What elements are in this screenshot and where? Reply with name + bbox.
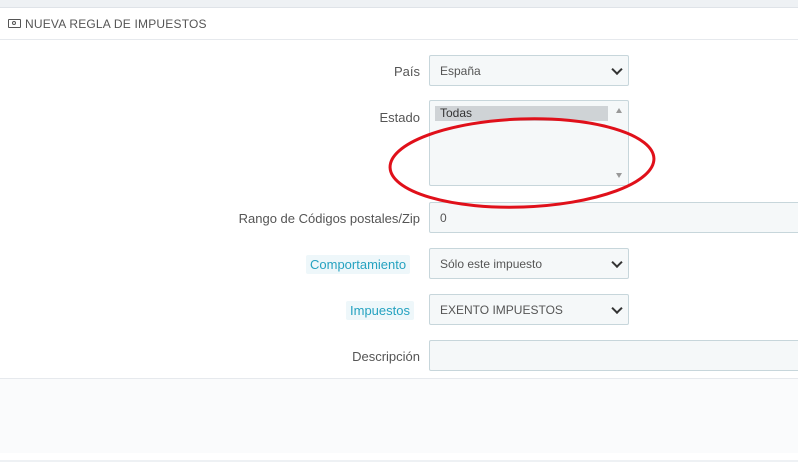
behavior-label[interactable]: Comportamiento xyxy=(306,255,411,274)
zip-range-value: 0 xyxy=(440,210,447,225)
country-select-value: España xyxy=(440,63,481,78)
state-label: Estado xyxy=(379,110,420,125)
money-icon xyxy=(8,19,21,28)
behavior-select[interactable]: Sólo este impuesto xyxy=(429,248,629,279)
panel-footer xyxy=(0,378,798,453)
chevron-down-icon xyxy=(611,302,623,314)
state-option-todas[interactable]: Todas xyxy=(435,106,608,121)
panel-title: NUEVA REGLA DE IMPUESTOS xyxy=(25,16,207,31)
scroll-up-arrow-icon[interactable] xyxy=(616,108,622,113)
description-label: Descripción xyxy=(352,349,420,364)
behavior-select-value: Sólo este impuesto xyxy=(440,256,543,271)
description-input[interactable] xyxy=(429,340,798,371)
tax-select[interactable]: EXENTO IMPUESTOS xyxy=(429,294,629,325)
chevron-down-icon xyxy=(611,256,623,268)
country-label: País xyxy=(393,64,420,79)
panel-heading: NUEVA REGLA DE IMPUESTOS xyxy=(0,8,798,40)
state-listbox[interactable]: Todas xyxy=(429,100,629,186)
tax-select-value: EXENTO IMPUESTOS xyxy=(440,302,563,317)
zip-range-input[interactable]: 0 xyxy=(429,202,798,233)
scroll-down-arrow-icon[interactable] xyxy=(616,173,622,178)
tax-label[interactable]: Impuestos xyxy=(346,301,414,320)
country-select[interactable]: España xyxy=(429,55,629,86)
chevron-down-icon xyxy=(611,63,623,75)
zip-range-label: Rango de Códigos postales/Zip xyxy=(238,211,420,226)
